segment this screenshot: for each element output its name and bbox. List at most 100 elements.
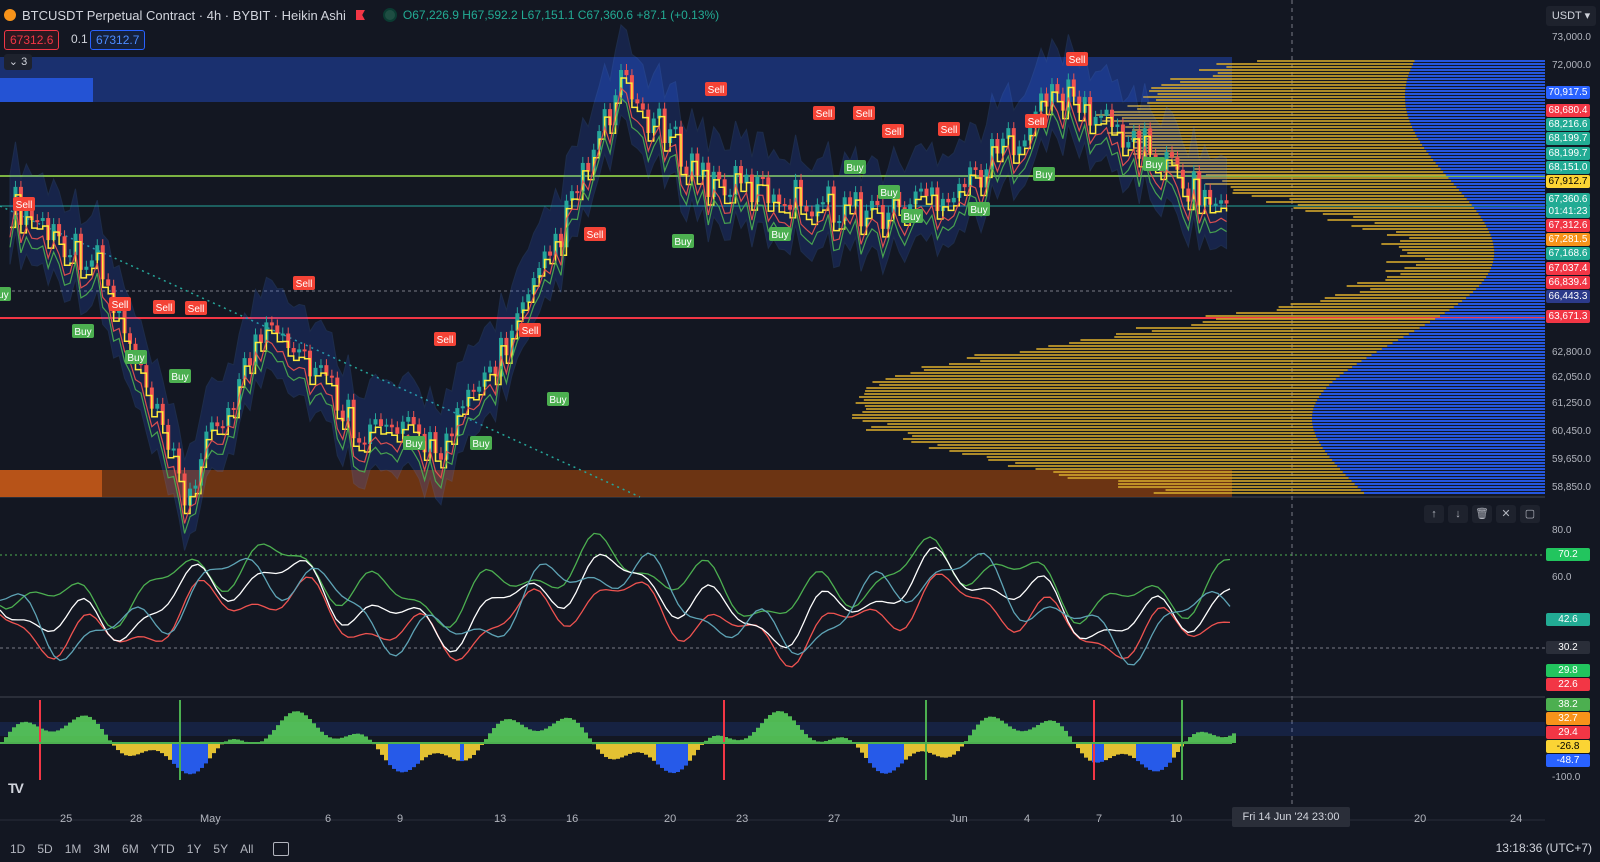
- volume-profile-bar: [1298, 204, 1472, 206]
- volume-profile-bar: [1036, 468, 1340, 470]
- volume-profile-bar: [912, 435, 1316, 437]
- trash-icon[interactable]: 🗑: [1472, 505, 1492, 523]
- osc-bar: [520, 725, 524, 743]
- volume-profile-bar: [1413, 129, 1545, 131]
- time-tick: 20: [664, 813, 676, 825]
- osc-bar: [772, 712, 776, 743]
- osc-bar: [660, 743, 664, 768]
- volume-profile-bar: [1362, 228, 1487, 230]
- symbol-title[interactable]: BTCUSDT Perpetual Contract · 4h · BYBIT …: [22, 8, 346, 23]
- timeframe-button[interactable]: 5D: [37, 842, 52, 856]
- volume-profile-bar: [895, 375, 1340, 377]
- timeframe-button[interactable]: YTD: [151, 842, 175, 856]
- osc-bar: [1120, 743, 1124, 754]
- currency-selector[interactable]: USDT ▾: [1546, 6, 1596, 26]
- osc-bar: [984, 718, 988, 743]
- calendar-icon[interactable]: [273, 842, 289, 856]
- osc-bar: [512, 720, 516, 743]
- buy-signal-label: Buy: [472, 439, 489, 450]
- timeframe-button[interactable]: 1D: [10, 842, 25, 856]
- osc-bar: [672, 743, 676, 773]
- volume-profile-bar: [1323, 447, 1545, 449]
- osc-bar: [748, 736, 752, 743]
- osc-bar: [1176, 743, 1180, 752]
- volume-profile-bar: [1469, 201, 1545, 203]
- volume-profile-bar: [1473, 291, 1545, 293]
- maximize-pane-icon[interactable]: ▢: [1520, 505, 1540, 523]
- volume-profile-bar: [1193, 177, 1449, 179]
- collapse-pane-icon[interactable]: ✕: [1496, 505, 1516, 523]
- osc-bar: [84, 716, 88, 743]
- candle: [450, 434, 454, 437]
- osc-bar: [28, 723, 32, 743]
- volume-profile-bar: [887, 423, 1312, 425]
- candle: [1170, 152, 1174, 157]
- buy-price-button[interactable]: 67312.7: [90, 30, 145, 50]
- osc-bar: [968, 735, 972, 743]
- timeframe-button[interactable]: 1M: [65, 842, 82, 856]
- timeframe-button[interactable]: 6M: [122, 842, 139, 856]
- osc-bar: [472, 743, 476, 755]
- volume-profile-bar: [1279, 306, 1454, 308]
- osc-bar: [1012, 729, 1016, 743]
- flag-icon[interactable]: [356, 10, 365, 20]
- time-tick: 9: [397, 813, 403, 825]
- volume-profile-bar: [886, 378, 1336, 380]
- candle: [810, 212, 814, 217]
- buy-signal-label: Buy: [674, 237, 691, 248]
- candle: [193, 486, 197, 489]
- timeframe-button[interactable]: 3M: [93, 842, 110, 856]
- clock[interactable]: 13:18:36 (UTC+7): [1496, 841, 1592, 855]
- volume-profile-bar: [1406, 105, 1545, 107]
- order-quantity[interactable]: 0.1: [66, 30, 93, 48]
- volume-profile-bar: [1483, 219, 1545, 221]
- volume-profile-bar: [1320, 300, 1462, 302]
- osc-bar: [780, 711, 784, 743]
- symbol-icon[interactable]: [4, 9, 16, 21]
- osc-bar: [604, 743, 608, 757]
- candle: [297, 349, 301, 352]
- volume-profile-bar: [1400, 240, 1493, 242]
- osc-bar: [1208, 734, 1212, 743]
- osc-bar: [348, 735, 352, 743]
- osc-bar: [752, 732, 756, 743]
- volume-profile-bar: [1157, 93, 1405, 95]
- price-tag: 66,839.4: [1546, 276, 1590, 289]
- osc-bar: [68, 723, 72, 743]
- arrow-down-icon[interactable]: ↓: [1448, 505, 1468, 523]
- osc-bar: [352, 734, 356, 743]
- arrow-up-icon[interactable]: ↑: [1424, 505, 1444, 523]
- candle: [1105, 110, 1109, 116]
- timeframe-button[interactable]: 5Y: [213, 842, 228, 856]
- osc-bar: [1084, 743, 1088, 758]
- osc-bar: [912, 743, 916, 754]
- rsi-tag: 70.2: [1546, 548, 1590, 561]
- timeframe-button[interactable]: 1Y: [187, 842, 202, 856]
- candle: [1225, 200, 1229, 203]
- osc-bar: [1212, 735, 1216, 743]
- volume-profile-bar: [1321, 444, 1545, 446]
- chart-canvas[interactable]: Sell Sell Sell Sell Sell Sell Sell Sell Sell Sell…: [0, 0, 1600, 862]
- volume-profile-bar: [865, 405, 1315, 407]
- osc-bar: [468, 743, 472, 758]
- osc-bar: [136, 743, 140, 754]
- volume-profile-bar: [1396, 231, 1489, 233]
- osc-bar: [1036, 725, 1040, 743]
- time-tick: 13: [494, 813, 506, 825]
- sell-price-button[interactable]: 67312.6: [4, 30, 59, 50]
- sell-signal-label: Sell: [856, 109, 873, 120]
- candle: [390, 425, 394, 428]
- timeframe-button[interactable]: All: [240, 842, 253, 856]
- tradingview-logo[interactable]: TV: [8, 780, 22, 796]
- candle: [526, 294, 530, 302]
- osc-bar: [1128, 743, 1132, 756]
- indicators-collapse-button[interactable]: ⌄ 3: [4, 54, 32, 70]
- volume-profile-bar: [1317, 399, 1545, 401]
- volume-profile-bar: [1449, 309, 1545, 311]
- osc-bar: [1056, 723, 1060, 743]
- osc-bar: [152, 743, 156, 750]
- volume-profile-bar: [1476, 288, 1545, 290]
- candle: [548, 252, 552, 256]
- osc-bar: [788, 716, 792, 743]
- osc-bar: [880, 743, 884, 773]
